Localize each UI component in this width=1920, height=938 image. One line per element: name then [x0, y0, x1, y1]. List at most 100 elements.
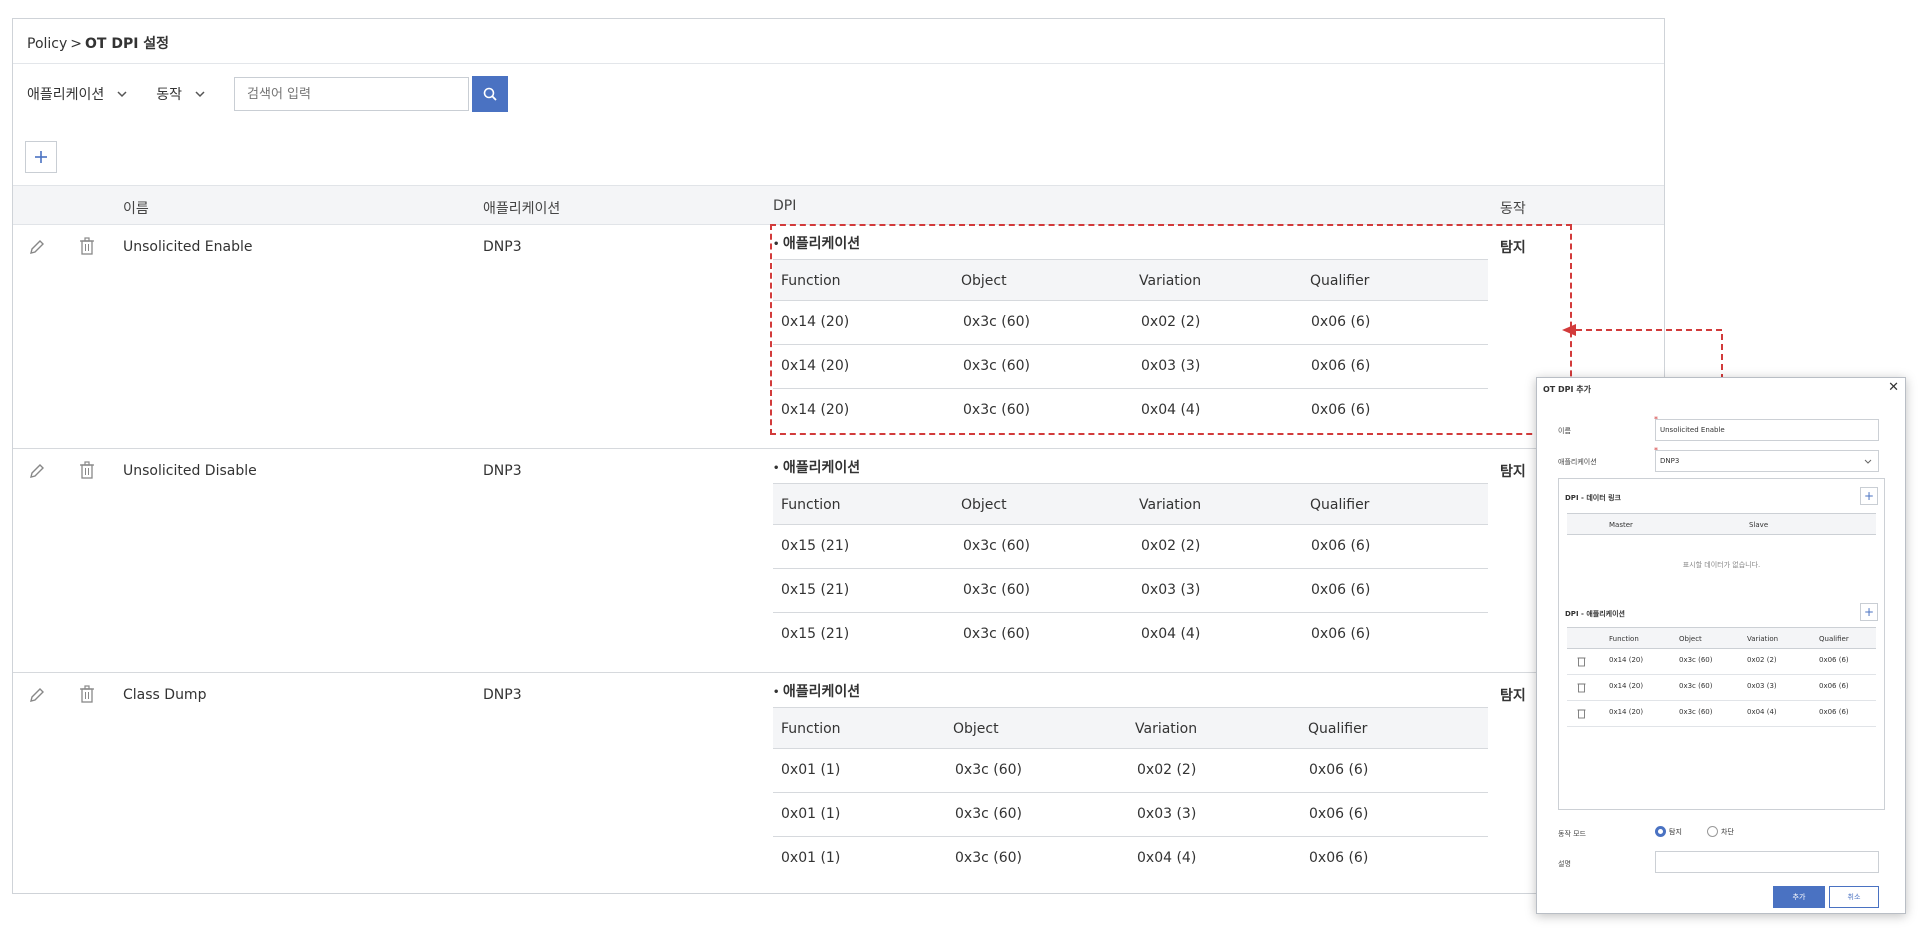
- action-filter-dropdown[interactable]: 동작: [156, 84, 206, 104]
- link-header-slave: Slave: [1749, 521, 1769, 529]
- policy-name[interactable]: Unsolicited Enable: [123, 239, 252, 255]
- add-dpi-dialog: OT DPI 추가 ✕ 이름 * Unsolicited Enable 애플리케…: [1536, 377, 1906, 914]
- cancel-button[interactable]: 취소: [1829, 886, 1879, 908]
- dpi-header-qualifier: Qualifier: [1310, 273, 1370, 289]
- add-policy-button[interactable]: [25, 141, 57, 173]
- description-label: 설명: [1558, 860, 1571, 868]
- trash-icon[interactable]: [78, 684, 96, 704]
- description-field[interactable]: [1655, 851, 1879, 873]
- submit-button[interactable]: 추가: [1773, 886, 1825, 908]
- table-row: Class Dump DNP3 탐지 애플리케이션 Function Objec…: [13, 673, 1664, 895]
- add-app-button[interactable]: +: [1860, 603, 1878, 621]
- dpi-cell-object: 0x3c (60): [963, 538, 1030, 554]
- search-button[interactable]: [472, 76, 509, 112]
- column-header-dpi[interactable]: DPI: [773, 198, 796, 214]
- breadcrumb-root[interactable]: Policy: [27, 36, 67, 52]
- link-header-master: Master: [1609, 521, 1633, 529]
- application-filter-label: 애플리케이션: [27, 87, 105, 103]
- dpi-cell-object: 0x3c (60): [963, 582, 1030, 598]
- policy-application: DNP3: [483, 687, 522, 703]
- mode-label: 동작 모드: [1558, 830, 1586, 838]
- trash-icon[interactable]: [1577, 707, 1586, 719]
- dpi-cell-object: 0x3c (60): [963, 626, 1030, 642]
- application-label: 애플리케이션: [1558, 458, 1597, 466]
- column-header-name[interactable]: 이름: [123, 198, 149, 218]
- policy-action: 탐지: [1500, 240, 1526, 256]
- dpi-cell-function: 0x01 (1): [781, 850, 841, 866]
- mode-option-detect: 탐지: [1669, 827, 1682, 836]
- dpi-cell-qualifier: 0x06 (6): [1311, 402, 1371, 418]
- dpi-subtable-title: 애플리케이션: [773, 229, 1488, 259]
- close-icon[interactable]: ✕: [1888, 380, 1899, 395]
- breadcrumb-separator: >: [70, 36, 83, 52]
- mode-radio-block[interactable]: 차단: [1707, 826, 1734, 837]
- policy-action: 탐지: [1500, 464, 1526, 480]
- pencil-icon[interactable]: [27, 685, 47, 705]
- app-table-row: 0x14 (20) 0x3c (60) 0x02 (2) 0x06 (6): [1567, 649, 1876, 675]
- dpi-subtable-title: 애플리케이션: [773, 453, 1488, 483]
- dpi-cell-qualifier: 0x06 (6): [1311, 358, 1371, 374]
- dpi-row: 0x14 (20) 0x3c (60) 0x03 (3) 0x06 (6): [773, 345, 1488, 389]
- dpi-cell-variation: 0x03 (3): [1141, 582, 1201, 598]
- add-link-button[interactable]: +: [1860, 487, 1878, 505]
- dpi-cell-function: 0x14 (20): [781, 358, 850, 374]
- app-cell-function: 0x14 (20): [1609, 708, 1644, 716]
- dpi-header-qualifier: Qualifier: [1310, 497, 1370, 513]
- app-cell-function: 0x14 (20): [1609, 656, 1644, 664]
- mode-radio-detect[interactable]: 탐지: [1655, 826, 1682, 837]
- trash-icon[interactable]: [78, 460, 96, 480]
- search-icon: [483, 87, 497, 101]
- dpi-cell-variation: 0x04 (4): [1141, 626, 1201, 642]
- app-cell-variation: 0x02 (2): [1747, 656, 1777, 664]
- dpi-cell-function: 0x01 (1): [781, 806, 841, 822]
- dpi-cell-variation: 0x03 (3): [1137, 806, 1197, 822]
- name-field[interactable]: Unsolicited Enable: [1655, 419, 1879, 441]
- dpi-cell-object: 0x3c (60): [955, 850, 1022, 866]
- policy-application: DNP3: [483, 239, 522, 255]
- policy-action: 탐지: [1500, 688, 1526, 704]
- policy-name[interactable]: Unsolicited Disable: [123, 463, 257, 479]
- policy-name[interactable]: Class Dump: [123, 687, 206, 703]
- dpi-cell-variation: 0x04 (4): [1141, 402, 1201, 418]
- dpi-subtable-header: Function Object Variation Qualifier: [773, 259, 1488, 301]
- link-empty-message: 표시할 데이터가 없습니다.: [1682, 561, 1761, 569]
- app-cell-object: 0x3c (60): [1679, 682, 1713, 690]
- chevron-down-icon: [195, 91, 205, 98]
- application-select-value: DNP3: [1660, 457, 1680, 465]
- trash-icon[interactable]: [1577, 655, 1586, 667]
- column-header-application[interactable]: 애플리케이션: [483, 198, 560, 218]
- app-table-row: 0x14 (20) 0x3c (60) 0x03 (3) 0x06 (6): [1567, 675, 1876, 701]
- dpi-header-function: Function: [781, 497, 841, 513]
- filter-bar: 애플리케이션 동작: [27, 76, 509, 112]
- column-header-action[interactable]: 동작: [1500, 198, 1526, 218]
- dpi-cell-function: 0x14 (20): [781, 314, 850, 330]
- breadcrumb-current: OT DPI 설정: [85, 36, 170, 52]
- app-table-row: 0x14 (20) 0x3c (60) 0x04 (4) 0x06 (6): [1567, 701, 1876, 727]
- pencil-icon[interactable]: [27, 461, 47, 481]
- dialog-title: OT DPI 추가: [1543, 385, 1592, 394]
- application-filter-dropdown[interactable]: 애플리케이션: [27, 84, 128, 104]
- application-select[interactable]: DNP3: [1655, 450, 1879, 472]
- dpi-row: 0x14 (20) 0x3c (60) 0x02 (2) 0x06 (6): [773, 301, 1488, 345]
- dpi-cell-variation: 0x03 (3): [1141, 358, 1201, 374]
- dpi-row: 0x14 (20) 0x3c (60) 0x04 (4) 0x06 (6): [773, 389, 1488, 433]
- trash-icon[interactable]: [1577, 681, 1586, 693]
- trash-icon[interactable]: [78, 236, 96, 256]
- action-filter-label: 동작: [156, 87, 183, 103]
- plus-icon: +: [1863, 489, 1875, 503]
- chevron-down-icon: [1864, 459, 1872, 464]
- app-header-variation: Variation: [1747, 635, 1779, 643]
- radio-unselected-icon: [1707, 826, 1718, 837]
- search-input[interactable]: [234, 77, 470, 111]
- pencil-icon[interactable]: [27, 237, 47, 257]
- dpi-cell-object: 0x3c (60): [963, 358, 1030, 374]
- dpi-header-function: Function: [781, 273, 841, 289]
- plus-icon: +: [1863, 605, 1875, 619]
- app-header-function: Function: [1609, 635, 1639, 643]
- dpi-cell-qualifier: 0x06 (6): [1311, 582, 1371, 598]
- dpi-cell-function: 0x15 (21): [781, 538, 850, 554]
- dpi-row: 0x01 (1) 0x3c (60) 0x03 (3) 0x06 (6): [773, 793, 1488, 837]
- plus-icon: [35, 151, 47, 163]
- dpi-cell-object: 0x3c (60): [955, 762, 1022, 778]
- dpi-row: 0x01 (1) 0x3c (60) 0x04 (4) 0x06 (6): [773, 837, 1488, 881]
